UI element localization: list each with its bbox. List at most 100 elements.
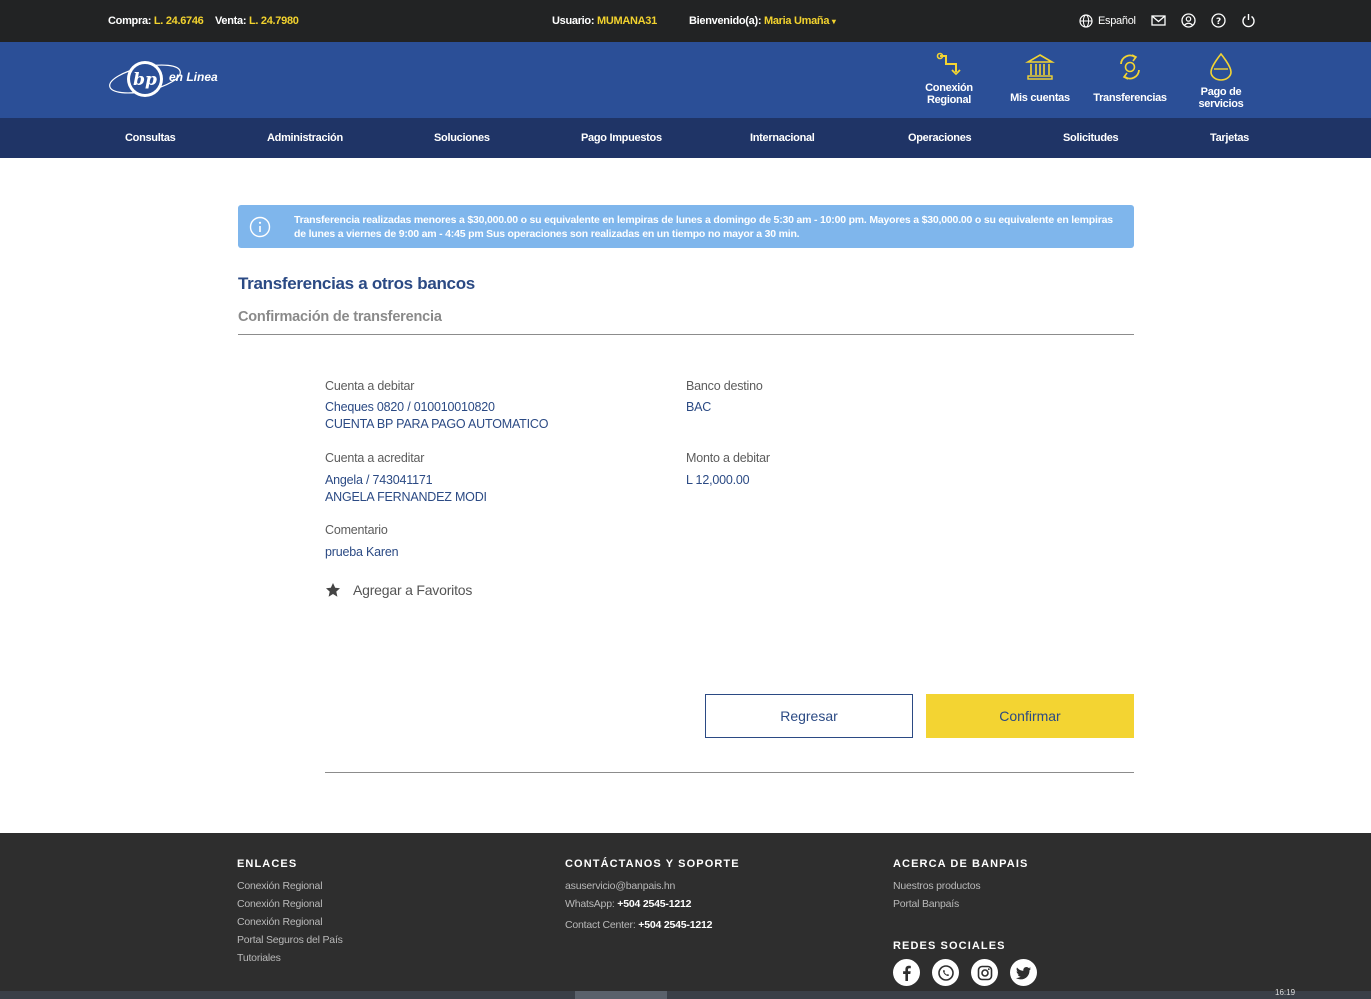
transfer-icon <box>1120 54 1140 80</box>
user-profile-icon[interactable] <box>1181 13 1197 29</box>
footer-heading: ACERCA DE BANPAIS <box>893 858 1029 870</box>
nav-internacional[interactable]: Internacional <box>750 132 815 144</box>
compra-label: Compra: <box>108 15 152 27</box>
quick-link-mis-cuentas[interactable]: Mis cuentas <box>995 52 1085 104</box>
mail-icon[interactable] <box>1151 13 1167 29</box>
nav-pago-impuestos[interactable]: Pago Impuestos <box>581 132 662 144</box>
back-button[interactable]: Regresar <box>705 694 913 738</box>
twitter-icon[interactable] <box>1010 959 1037 986</box>
welcome-user-menu[interactable]: Bienvenido(a): Maria Umaña ▾ <box>689 15 836 27</box>
cuenta-acreditar-value: Angela / 743041171 ANGELA FERNANDEZ MODI <box>325 472 487 506</box>
divider <box>238 334 1134 335</box>
quick-link-conexion-regional[interactable]: Conexión Regional <box>904 52 994 106</box>
logo-text: en Linea <box>169 70 218 84</box>
footer-contacto: CONTÁCTANOS Y SOPORTE asuservicio@banpai… <box>565 858 740 934</box>
quick-link-pago-servicios[interactable]: Pago de servicios <box>1176 52 1266 110</box>
footer-link[interactable]: Portal Banpaís <box>893 895 1028 913</box>
header: bp en Linea Conexión Regional Mis cuenta… <box>0 42 1371 118</box>
route-icon <box>936 52 961 76</box>
taskbar-active-app[interactable] <box>575 991 667 999</box>
usuario-label: Usuario: <box>552 15 595 27</box>
footer-contact-center: Contact Center: +504 2545-1212 <box>565 916 740 934</box>
social-links <box>893 959 1037 986</box>
footer-link[interactable]: Conexión Regional <box>237 877 343 895</box>
monto-label: Monto a debitar <box>686 451 770 465</box>
power-icon[interactable] <box>1241 13 1257 29</box>
page-title: Transferencias a otros bancos <box>238 274 475 293</box>
contact-value: +504 2545-1212 <box>638 919 713 931</box>
cuenta-debitar-line2: CUENTA BP PARA PAGO AUTOMATICO <box>325 417 549 431</box>
bp-logo[interactable]: bp en Linea <box>107 54 218 109</box>
cuenta-debitar-line1: Cheques 0820 / 010010010820 <box>325 400 495 414</box>
quick-link-label: Mis cuentas <box>1010 92 1070 104</box>
star-icon <box>326 583 340 597</box>
monto-value: L 12,000.00 <box>686 473 750 487</box>
cuenta-debitar-value: Cheques 0820 / 010010010820 CUENTA BP PA… <box>325 399 548 433</box>
footer-enlaces: ENLACES Conexión Regional Conexión Regio… <box>237 858 343 967</box>
comentario-value: prueba Karen <box>325 545 399 559</box>
bank-icon <box>1025 54 1055 80</box>
nav-consultas[interactable]: Consultas <box>125 132 176 144</box>
nav-soluciones[interactable]: Soluciones <box>434 132 490 144</box>
footer-email-link[interactable]: asuservicio@banpais.hn <box>565 877 740 895</box>
droplet-icon <box>1210 52 1232 81</box>
footer-acerca: ACERCA DE BANPAIS Nuestros productos Por… <box>893 858 1028 913</box>
language-label: Español <box>1098 15 1136 27</box>
footer-link[interactable]: Portal Seguros del País <box>237 931 343 949</box>
favorite-label: Agregar a Favoritos <box>353 582 473 598</box>
footer-heading: REDES SOCIALES <box>893 940 1006 952</box>
nav-solicitudes[interactable]: Solicitudes <box>1063 132 1119 144</box>
main-nav: Consultas Administración Soluciones Pago… <box>0 118 1371 158</box>
whatsapp-icon[interactable] <box>932 959 959 986</box>
quick-link-label: Transferencias <box>1093 92 1167 104</box>
banco-destino-value: BAC <box>686 400 712 414</box>
footer-heading: CONTÁCTANOS Y SOPORTE <box>565 858 740 870</box>
cuenta-acreditar-label: Cuenta a acreditar <box>325 451 425 465</box>
page-subtitle: Confirmación de transferencia <box>238 309 442 325</box>
info-icon <box>249 216 271 238</box>
divider <box>325 772 1134 773</box>
cuenta-debitar-label: Cuenta a debitar <box>325 379 415 393</box>
add-favorite-button[interactable]: Agregar a Favoritos <box>325 582 472 598</box>
taskbar-clock: 16:19 <box>1275 988 1296 997</box>
footer: ENLACES Conexión Regional Conexión Regio… <box>0 833 1371 991</box>
nav-tarjetas[interactable]: Tarjetas <box>1210 132 1249 144</box>
instagram-icon[interactable] <box>971 959 998 986</box>
top-bar: Compra: L. 24.6746 Venta: L. 24.7980 Usu… <box>0 0 1371 42</box>
user-info: Usuario: MUMANA31 <box>552 15 657 27</box>
banco-destino-label: Banco destino <box>686 379 763 393</box>
confirm-button[interactable]: Confirmar <box>926 694 1134 738</box>
quick-link-label: Pago de servicios <box>1198 86 1244 110</box>
bienvenido-label: Bienvenido(a): <box>689 15 762 27</box>
venta-value: L. 24.7980 <box>248 15 299 27</box>
exchange-compra: Compra: L. 24.6746 <box>108 15 204 27</box>
facebook-icon[interactable] <box>893 959 920 986</box>
footer-heading: ENLACES <box>237 858 298 870</box>
whatsapp-value: +504 2545-1212 <box>617 898 692 910</box>
caret-down-icon: ▾ <box>831 17 836 26</box>
page-root: Compra: L. 24.6746 Venta: L. 24.7980 Usu… <box>0 0 1371 999</box>
globe-icon <box>1079 14 1093 28</box>
compra-value: L. 24.6746 <box>153 15 204 27</box>
comentario-label: Comentario <box>325 523 388 537</box>
contact-label: Contact Center: <box>565 919 636 931</box>
svg-text:?: ? <box>1216 17 1221 27</box>
cuenta-acreditar-line2: ANGELA FERNANDEZ MODI <box>325 490 487 504</box>
quick-link-label: Conexión Regional <box>925 82 973 106</box>
nav-operaciones[interactable]: Operaciones <box>908 132 972 144</box>
footer-link[interactable]: Conexión Regional <box>237 895 343 913</box>
os-taskbar: 16:19 <box>0 988 1371 999</box>
usuario-value: MUMANA31 <box>596 15 657 27</box>
footer-link[interactable]: Nuestros productos <box>893 877 1028 895</box>
language-selector[interactable]: Español <box>1079 14 1136 28</box>
quick-link-transferencias[interactable]: Transferencias <box>1085 52 1175 104</box>
help-icon[interactable]: ? <box>1211 13 1227 29</box>
whatsapp-label: WhatsApp: <box>565 898 615 910</box>
footer-link[interactable]: Conexión Regional <box>237 913 343 931</box>
footer-whatsapp: WhatsApp: +504 2545-1212 <box>565 895 740 913</box>
cuenta-acreditar-line1: Angela / 743041171 <box>325 473 433 487</box>
alert-text: Transferencia realizadas menores a $30,0… <box>294 214 1113 240</box>
footer-link[interactable]: Tutoriales <box>237 949 343 967</box>
nav-administracion[interactable]: Administración <box>267 132 343 144</box>
venta-label: Venta: <box>215 15 247 27</box>
